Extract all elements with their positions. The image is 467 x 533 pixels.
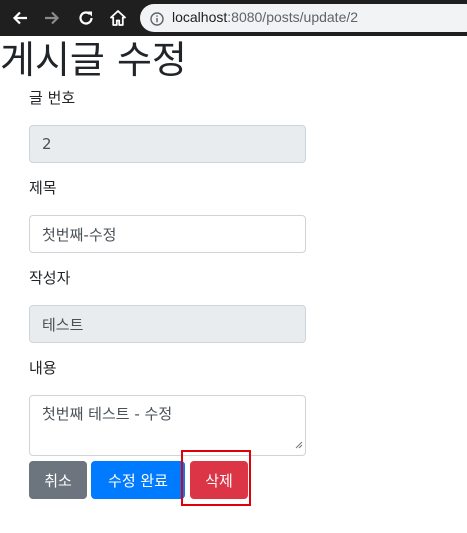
home-icon[interactable] xyxy=(106,6,130,30)
delete-button[interactable]: 삭제 xyxy=(190,461,248,499)
id-field-group: 글 번호 xyxy=(29,88,306,163)
author-label: 작성자 xyxy=(29,269,71,287)
author-field-group: 작성자 xyxy=(29,268,306,343)
author-field xyxy=(29,305,306,343)
address-bar[interactable]: localhost:8080/posts/update/2 xyxy=(140,4,467,32)
forward-arrow-icon[interactable] xyxy=(40,6,64,30)
info-icon[interactable] xyxy=(150,11,164,30)
resize-handle-icon[interactable] xyxy=(295,434,303,453)
reload-icon[interactable] xyxy=(74,6,98,30)
content-wrapper: 첫번째 테스트 - 수정 xyxy=(29,395,306,456)
page-title: 게시글 수정 xyxy=(0,38,187,82)
content-field-group: 내용 첫번째 테스트 - 수정 xyxy=(29,358,306,456)
id-field xyxy=(29,125,306,163)
url-text: localhost:8080/posts/update/2 xyxy=(172,9,358,25)
content-field[interactable]: 첫번째 테스트 - 수정 xyxy=(29,395,306,456)
title-label: 제목 xyxy=(29,179,57,197)
id-label: 글 번호 xyxy=(29,89,76,107)
update-button[interactable]: 수정 완료 xyxy=(91,461,185,499)
cancel-button[interactable]: 취소 xyxy=(29,461,87,499)
browser-toolbar: localhost:8080/posts/update/2 xyxy=(0,0,467,36)
content-label: 내용 xyxy=(29,359,57,377)
url-host: localhost xyxy=(172,9,228,25)
post-update-form: 글 번호 제목 작성자 내용 첫번째 테스트 - 수정 xyxy=(29,88,306,471)
title-field-group: 제목 xyxy=(29,178,306,253)
back-arrow-icon[interactable] xyxy=(8,6,32,30)
url-path: :8080/posts/update/2 xyxy=(227,9,359,25)
title-field[interactable] xyxy=(29,215,306,253)
